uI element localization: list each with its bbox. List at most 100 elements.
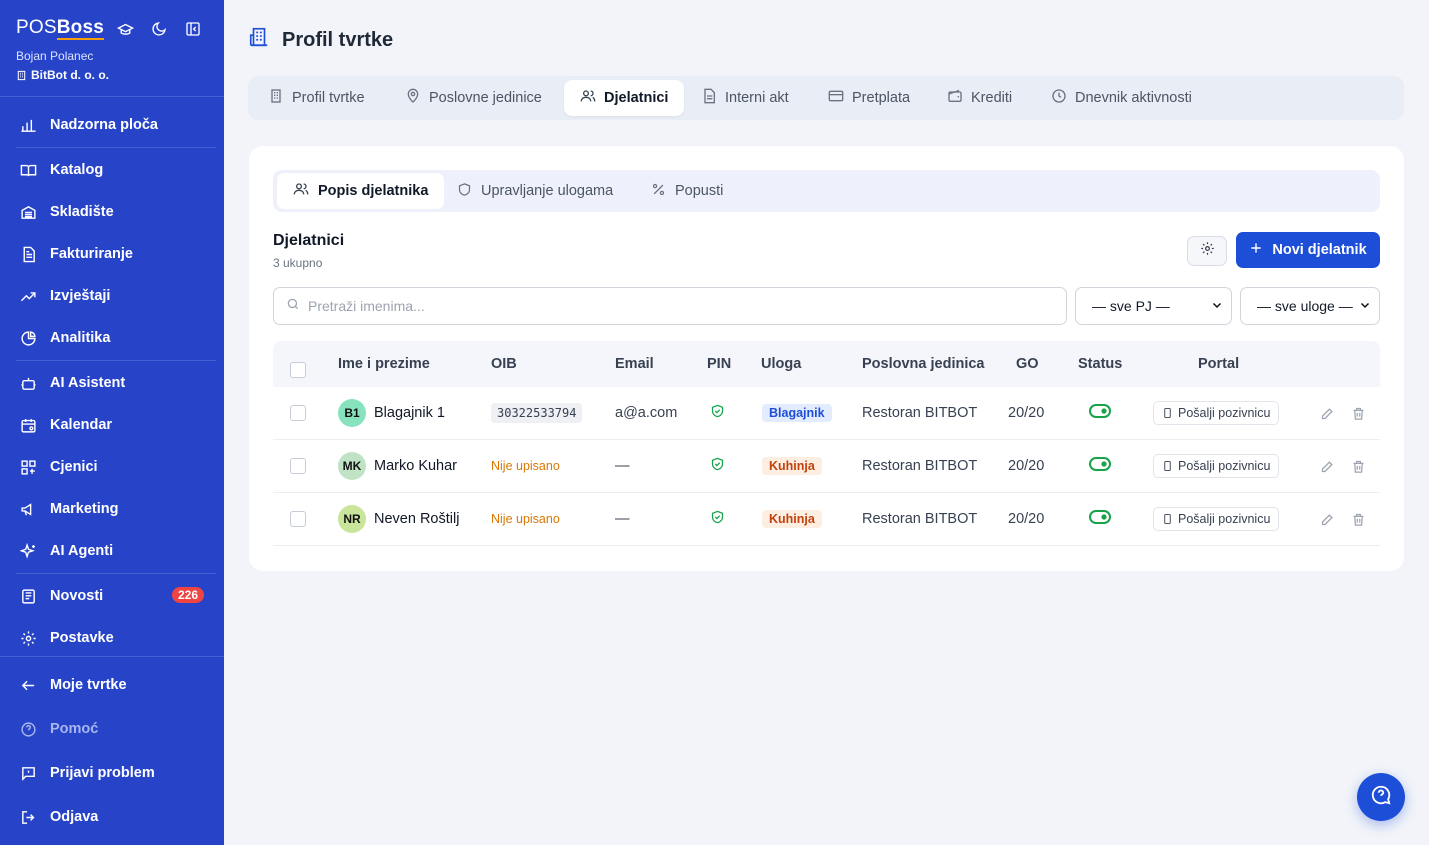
role-cell: Kuhinja bbox=[762, 510, 822, 528]
select-all-checkbox[interactable] bbox=[290, 362, 306, 378]
row-checkbox[interactable] bbox=[290, 458, 306, 474]
sidebar-item-reports[interactable]: Izvještaji bbox=[20, 284, 210, 308]
sidebar-item-my-companies[interactable]: Moje tvrtke bbox=[20, 673, 210, 697]
tab-employees[interactable]: Djelatnici bbox=[564, 80, 685, 116]
trash-icon[interactable] bbox=[1349, 404, 1367, 422]
oib-cell: Nije upisano bbox=[491, 511, 560, 527]
employee-name-cell[interactable]: MK Marko Kuhar bbox=[338, 452, 457, 480]
phone-icon bbox=[1164, 513, 1171, 525]
sidebar-item-ai-assistant[interactable]: AI Asistent bbox=[20, 371, 210, 395]
brand-logo[interactable]: POSBoss bbox=[16, 17, 104, 40]
table-row[interactable]: MK Marko Kuhar Nije upisano — Kuhinja Re… bbox=[273, 440, 1380, 493]
sidebar-item-logout[interactable]: Odjava bbox=[20, 805, 210, 829]
business-unit-filter[interactable]: — sve PJ — bbox=[1075, 287, 1232, 325]
sidebar-item-news[interactable]: Novosti 226 bbox=[20, 584, 210, 608]
header-email[interactable]: Email bbox=[615, 356, 654, 372]
gear-icon bbox=[1200, 241, 1215, 261]
sidebar-item-calendar[interactable]: Kalendar bbox=[20, 413, 210, 437]
clock-icon bbox=[1051, 88, 1067, 108]
edit-icon[interactable] bbox=[1318, 404, 1336, 422]
phone-icon bbox=[1164, 407, 1171, 419]
sidebar-item-report-problem[interactable]: Prijavi problem bbox=[20, 761, 210, 785]
percent-icon bbox=[651, 182, 666, 201]
arrow-left-icon bbox=[20, 677, 37, 694]
header-name[interactable]: Ime i prezime bbox=[338, 356, 430, 372]
tab-subscription[interactable]: Pretplata bbox=[812, 80, 926, 116]
table-row[interactable]: NR Neven Roštilj Nije upisano — Kuhinja … bbox=[273, 493, 1380, 546]
news-icon bbox=[20, 588, 37, 605]
main-tabs: Profil tvrtke Poslovne jedinice Djelatni… bbox=[248, 76, 1404, 120]
row-checkbox[interactable] bbox=[290, 405, 306, 421]
tab-company-profile[interactable]: Profil tvrtke bbox=[252, 80, 381, 116]
sub-tabs: Popis djelatnika Upravljanje ulogama Pop… bbox=[273, 170, 1380, 212]
tab-business-units[interactable]: Poslovne jedinice bbox=[389, 80, 558, 116]
plus-icon bbox=[1249, 241, 1263, 259]
support-chat-button[interactable] bbox=[1357, 773, 1405, 821]
send-invite-button[interactable]: Pošalji pozivnicu bbox=[1153, 507, 1280, 531]
pin-shield-icon bbox=[710, 510, 725, 529]
table-row[interactable]: B1 Blagajnik 1 30322533794 a@a.com Blaga… bbox=[273, 387, 1380, 440]
send-invite-button[interactable]: Pošalji pozivnicu bbox=[1153, 454, 1280, 478]
trash-icon[interactable] bbox=[1349, 510, 1367, 528]
send-invite-button[interactable]: Pošalji pozivnicu bbox=[1153, 401, 1280, 425]
employee-name-cell[interactable]: B1 Blagajnik 1 bbox=[338, 399, 445, 427]
shield-icon bbox=[457, 182, 472, 201]
oib-missing: Nije upisano bbox=[491, 459, 560, 473]
tab-internal-act[interactable]: Interni akt bbox=[685, 80, 805, 116]
robot-icon bbox=[20, 375, 37, 392]
tab-credits[interactable]: Krediti bbox=[931, 80, 1028, 116]
gear-icon bbox=[20, 630, 37, 647]
megaphone-icon bbox=[20, 501, 37, 518]
role-filter[interactable]: — sve uloge — bbox=[1240, 287, 1380, 325]
chevron-down-icon bbox=[1359, 298, 1371, 314]
building-icon bbox=[248, 26, 270, 54]
status-toggle[interactable] bbox=[1089, 457, 1111, 475]
logout-icon bbox=[20, 809, 37, 826]
employee-count: 3 ukupno bbox=[273, 256, 323, 270]
new-employee-button[interactable]: Novi djelatnik bbox=[1236, 232, 1380, 268]
subtab-employee-list[interactable]: Popis djelatnika bbox=[277, 173, 445, 209]
subtab-discounts[interactable]: Popusti bbox=[635, 173, 739, 209]
search-input[interactable] bbox=[308, 298, 1048, 314]
sidebar-item-ai-agents[interactable]: AI Agenti bbox=[20, 539, 210, 563]
header-role[interactable]: Uloga bbox=[761, 356, 801, 372]
sparkles-icon bbox=[20, 542, 37, 560]
employee-name-cell[interactable]: NR Neven Roštilj bbox=[338, 505, 459, 533]
company-name[interactable]: BitBot d. o. o. bbox=[16, 68, 109, 82]
sidebar-item-invoicing[interactable]: Fakturiranje bbox=[20, 242, 210, 266]
go-cell: 20/20 bbox=[1008, 405, 1045, 421]
oib-missing: Nije upisano bbox=[491, 512, 560, 526]
oib-cell: Nije upisano bbox=[491, 458, 560, 474]
employee-name: Blagajnik 1 bbox=[374, 405, 445, 421]
employees-card: Popis djelatnika Upravljanje ulogama Pop… bbox=[249, 146, 1404, 571]
pie-icon bbox=[20, 330, 37, 347]
header-oib[interactable]: OIB bbox=[491, 356, 517, 372]
subtab-role-management[interactable]: Upravljanje ulogama bbox=[441, 173, 629, 209]
header-status: Status bbox=[1078, 356, 1123, 372]
moon-icon[interactable] bbox=[150, 20, 168, 38]
graduation-cap-icon[interactable] bbox=[116, 20, 134, 38]
edit-icon[interactable] bbox=[1318, 457, 1336, 475]
sidebar-item-dashboard[interactable]: Nadzorna ploča bbox=[20, 113, 210, 137]
status-toggle[interactable] bbox=[1089, 510, 1111, 528]
sidebar: POSBoss Bojan Polanec BitBot d. o. o. Na… bbox=[0, 0, 224, 845]
collapse-sidebar-icon[interactable] bbox=[184, 20, 202, 38]
row-checkbox[interactable] bbox=[290, 511, 306, 527]
sidebar-item-catalog[interactable]: Katalog bbox=[20, 158, 210, 182]
edit-icon[interactable] bbox=[1318, 510, 1336, 528]
grid-icon bbox=[20, 459, 37, 476]
status-toggle[interactable] bbox=[1089, 404, 1111, 422]
sidebar-item-marketing[interactable]: Marketing bbox=[20, 497, 210, 521]
tab-activity-log[interactable]: Dnevnik aktivnosti bbox=[1035, 80, 1208, 116]
trend-icon bbox=[20, 288, 37, 305]
business-unit-cell: Restoran BITBOT bbox=[862, 511, 978, 527]
trash-icon[interactable] bbox=[1349, 457, 1367, 475]
sidebar-item-help[interactable]: Pomoć bbox=[20, 717, 210, 741]
header-business-unit[interactable]: Poslovna jedinica bbox=[862, 356, 985, 372]
sidebar-item-analytics[interactable]: Analitika bbox=[20, 326, 210, 350]
page-title: Profil tvrtke bbox=[248, 26, 393, 54]
sidebar-item-pricelists[interactable]: Cjenici bbox=[20, 455, 210, 479]
table-settings-button[interactable] bbox=[1187, 236, 1227, 266]
sidebar-item-settings[interactable]: Postavke bbox=[20, 626, 210, 650]
sidebar-item-warehouse[interactable]: Skladište bbox=[20, 200, 210, 224]
